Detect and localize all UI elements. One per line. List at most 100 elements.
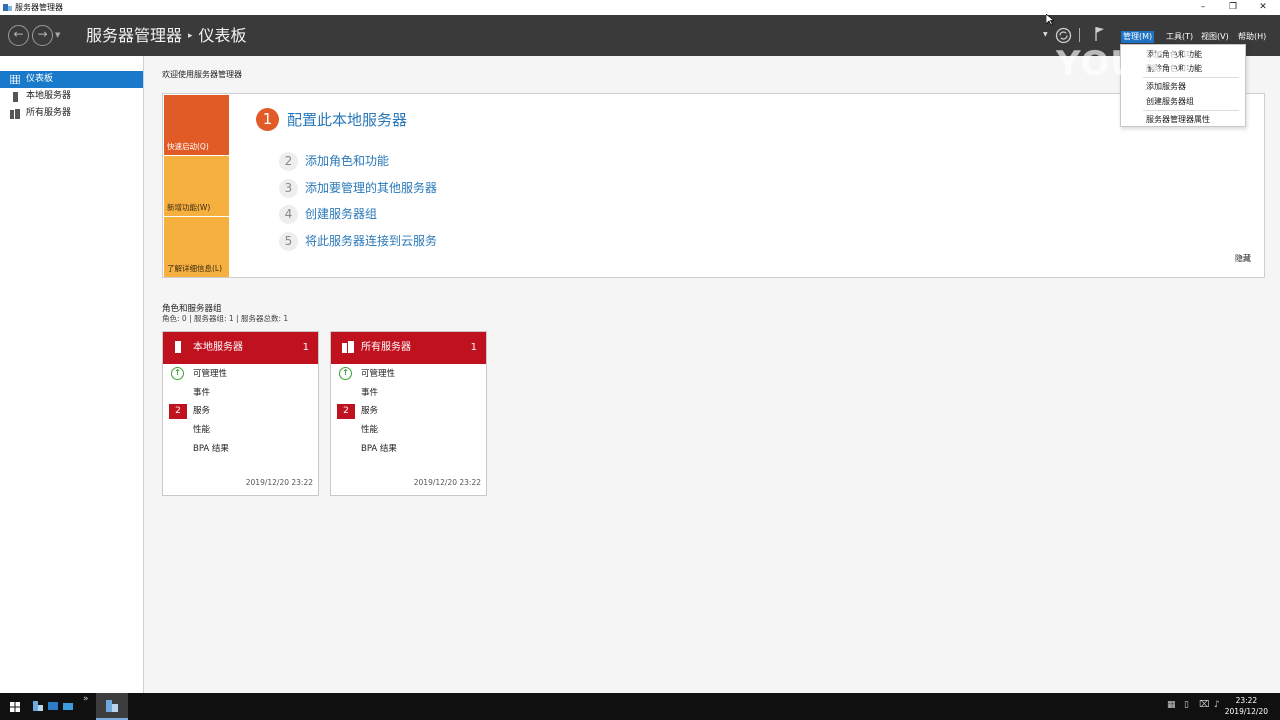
clock-date: 2019/12/20 [1224, 707, 1268, 716]
card-row-services[interactable]: 服务 [361, 405, 378, 417]
clock-time: 23:22 [1235, 696, 1258, 705]
card-title: 所有服务器 [361, 342, 411, 353]
notifications-flag-icon[interactable] [1094, 26, 1106, 42]
alert-count-badge: 2 [169, 404, 187, 419]
mouse-cursor-icon [1046, 14, 1054, 26]
sidebar-item-dashboard[interactable]: 仪表板 [0, 71, 143, 88]
connect-cloud-link[interactable]: 将此服务器连接到云服务 [305, 232, 437, 251]
nav-history-dropdown-icon[interactable]: ▼ [55, 31, 60, 39]
restore-button[interactable]: ❐ [1218, 0, 1248, 15]
menu-create-server-group[interactable]: 创建服务器组 [1146, 96, 1194, 107]
welcome-title: 欢迎使用服务器管理器 [162, 70, 242, 79]
sidebar-item-label: 本地服务器 [26, 91, 72, 101]
tile-label: 快速启动(Q) [167, 142, 209, 151]
sidebar-item-local-server[interactable]: 本地服务器 [0, 88, 143, 105]
alert-count-badge: 2 [337, 404, 355, 419]
close-button[interactable]: ✕ [1248, 0, 1278, 15]
menu-separator [1143, 77, 1239, 78]
menu-server-manager-properties[interactable]: 服务器管理器属性 [1146, 114, 1210, 125]
card-row-bpa[interactable]: BPA 结果 [361, 443, 397, 455]
window-title-bar: 服务器管理器 – ❐ ✕ [0, 0, 1280, 15]
breadcrumb-app[interactable]: 服务器管理器 [86, 26, 182, 45]
configure-local-server-link[interactable]: 配置此本地服务器 [287, 109, 407, 131]
usb-icon[interactable]: ▯ [1184, 700, 1189, 720]
card-header[interactable]: 所有服务器 1 [331, 332, 486, 364]
menu-manage[interactable]: 管理(M) [1121, 31, 1155, 43]
local-server-card[interactable]: 本地服务器 1 ↑ 可管理性 事件 2 服务 性能 BPA 结果 2019/12… [162, 331, 319, 496]
step-number: 3 [279, 179, 298, 198]
card-row-events[interactable]: 事件 [193, 387, 210, 399]
menu-view[interactable]: 视图(V) [1199, 31, 1231, 43]
card-title: 本地服务器 [193, 342, 243, 353]
sidebar-item-label: 所有服务器 [26, 108, 72, 118]
sidebar: 仪表板 本地服务器 所有服务器 [0, 56, 144, 693]
taskbar: » ▦ ▯ ⌧ ♪ 23:22 2019/12/20 [0, 693, 1280, 720]
check-up-icon: ↑ [171, 367, 184, 380]
refresh-dropdown-icon[interactable]: ▼ [1043, 31, 1048, 38]
keyboard-icon[interactable]: ▦ [1167, 700, 1176, 720]
card-row-bpa[interactable]: BPA 结果 [193, 443, 229, 455]
refresh-icon[interactable] [1055, 27, 1072, 44]
quicklaunch-overflow-icon[interactable]: » [83, 694, 89, 720]
card-row-services[interactable]: 服务 [193, 405, 210, 417]
tile-whats-new[interactable]: 新增功能(W) [164, 156, 229, 216]
tile-label: 新增功能(W) [167, 203, 211, 212]
menu-separator [1143, 110, 1239, 111]
card-row-events[interactable]: 事件 [361, 387, 378, 399]
breadcrumb-page: 仪表板 [198, 26, 247, 45]
add-servers-link[interactable]: 添加要管理的其他服务器 [305, 179, 437, 198]
card-timestamp: 2019/12/20 23:22 [413, 478, 481, 487]
taskbar-server-manager-button[interactable] [96, 693, 128, 720]
forward-button[interactable]: → [32, 25, 53, 46]
step-number: 5 [279, 232, 298, 251]
create-server-group-link[interactable]: 创建服务器组 [305, 205, 377, 224]
step-number: 4 [279, 205, 298, 224]
card-row-performance[interactable]: 性能 [361, 424, 378, 436]
server-icon [13, 92, 18, 102]
window-title: 服务器管理器 [15, 3, 63, 12]
menu-tools[interactable]: 工具(T) [1164, 31, 1195, 43]
dashboard-icon [10, 75, 20, 84]
tile-learn-more[interactable]: 了解详细信息(L) [164, 217, 229, 277]
step-number: 1 [256, 108, 279, 131]
breadcrumb-separator-icon: ▸ [188, 31, 193, 41]
tile-label: 了解详细信息(L) [167, 264, 223, 273]
hide-link[interactable]: 隐藏 [1235, 253, 1251, 264]
card-header[interactable]: 本地服务器 1 [163, 332, 318, 364]
card-row-performance[interactable]: 性能 [193, 424, 210, 436]
windows-start-icon[interactable] [10, 702, 20, 712]
app-header: ← → ▼ 服务器管理器 ▸ 仪表板 ▼ 管理(M) 工具(T) 视图(V) 帮助(… [0, 15, 1280, 56]
card-timestamp: 2019/12/20 23:22 [245, 478, 313, 487]
roles-summary: 角色: 0 | 服务器组: 1 | 服务器总数: 1 [162, 314, 289, 323]
menu-remove-roles[interactable]: 删除角色和功能 [1146, 63, 1202, 74]
quicklaunch-powershell-icon[interactable] [48, 701, 59, 712]
quicklaunch-explorer-icon[interactable] [63, 701, 74, 712]
quick-start-panel: 快速启动(Q) 新增功能(W) 了解详细信息(L) 1 配置此本地服务器 2 添… [162, 93, 1265, 278]
server-icon [175, 341, 181, 353]
menu-help[interactable]: 帮助(H) [1236, 31, 1268, 43]
back-button[interactable]: ← [8, 25, 29, 46]
network-icon[interactable]: ⌧ [1199, 700, 1209, 720]
arrow-left-icon: ← [13, 27, 24, 41]
taskbar-clock[interactable]: 23:22 2019/12/20 [1225, 695, 1268, 717]
all-servers-card[interactable]: 所有服务器 1 ↑ 可管理性 事件 2 服务 性能 BPA 结果 2019/12… [330, 331, 487, 496]
server-manager-app-icon [106, 700, 118, 712]
arrow-right-icon: → [37, 27, 48, 41]
add-roles-link[interactable]: 添加角色和功能 [305, 152, 389, 171]
sidebar-item-label: 仪表板 [26, 74, 54, 84]
servers-icon [10, 109, 20, 119]
tile-quick-start[interactable]: 快速启动(Q) [164, 95, 229, 155]
step-number: 2 [279, 152, 298, 171]
minimize-button[interactable]: – [1188, 0, 1218, 15]
menu-add-roles[interactable]: 添加角色和功能 [1146, 49, 1202, 60]
card-row-manageability[interactable]: 可管理性 [193, 368, 227, 380]
check-up-icon: ↑ [339, 367, 352, 380]
volume-icon[interactable]: ♪ [1214, 700, 1220, 720]
menu-add-servers[interactable]: 添加服务器 [1146, 81, 1186, 92]
breadcrumb: 服务器管理器 ▸ 仪表板 [86, 25, 247, 47]
header-divider [1079, 28, 1080, 42]
card-count: 1 [302, 342, 309, 353]
sidebar-item-all-servers[interactable]: 所有服务器 [0, 105, 143, 122]
quicklaunch-server-manager-icon[interactable] [33, 701, 44, 712]
card-row-manageability[interactable]: 可管理性 [361, 368, 395, 380]
